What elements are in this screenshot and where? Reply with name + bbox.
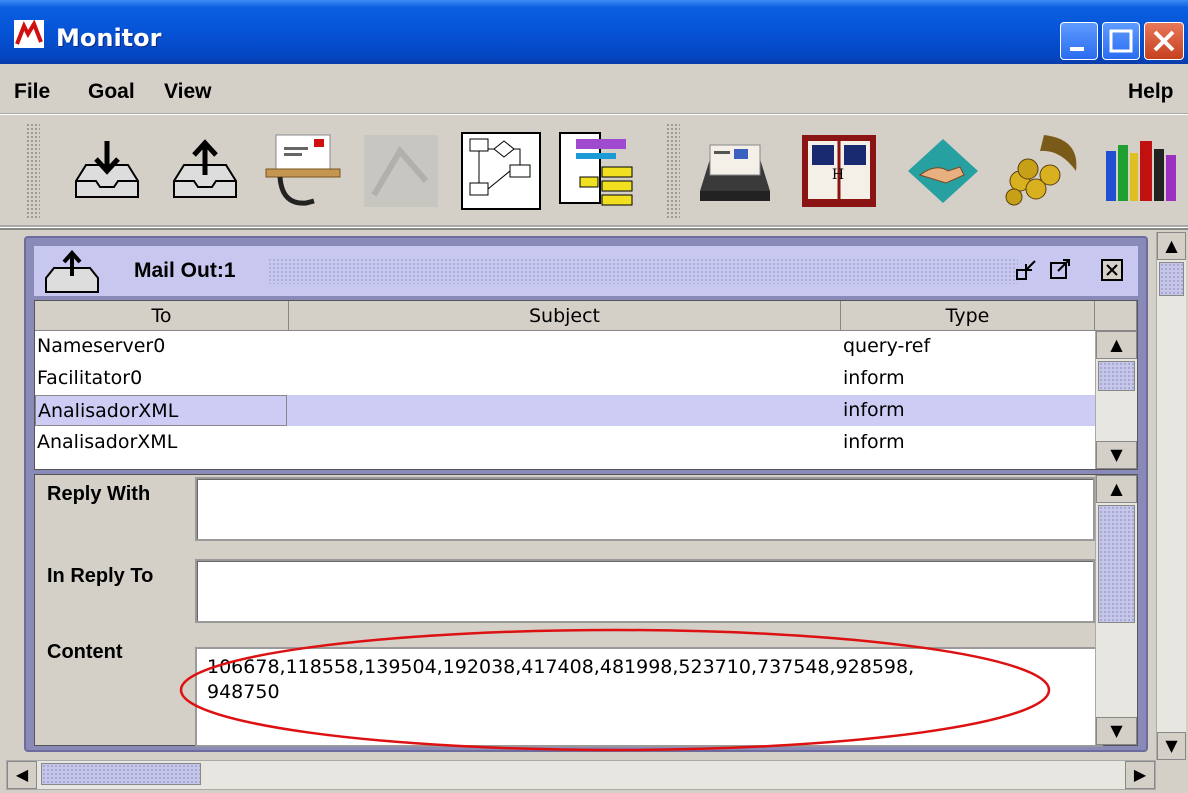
table-row-selected[interactable]: AnalisadorXML inform bbox=[35, 395, 1095, 426]
outbox-icon[interactable] bbox=[164, 131, 246, 211]
desktop-pane: Mail Out:1 To Subject Type Nameserver0 q… bbox=[0, 228, 1188, 793]
minimize-button[interactable] bbox=[1060, 22, 1098, 60]
scroll-down-button[interactable]: ▼ bbox=[1096, 717, 1137, 745]
dictionary-icon[interactable]: H bbox=[798, 131, 880, 211]
menu-bar: File Goal View Help bbox=[0, 64, 1188, 114]
table-row[interactable]: Nameserver0 query-ref bbox=[35, 331, 1095, 362]
cornucopia-icon[interactable] bbox=[1000, 131, 1082, 211]
close-button[interactable] bbox=[1144, 22, 1184, 60]
menu-view[interactable]: View bbox=[164, 80, 211, 104]
frame-titlebar[interactable]: Mail Out:1 bbox=[34, 246, 1138, 296]
cell-to: AnalisadorXML bbox=[37, 431, 178, 453]
window-title: Monitor bbox=[56, 24, 162, 52]
frame-title: Mail Out:1 bbox=[134, 259, 236, 282]
column-header-to[interactable]: To bbox=[35, 301, 289, 331]
table-row[interactable]: Facilitator0 inform bbox=[35, 363, 1095, 394]
reply-with-label: Reply With bbox=[47, 483, 151, 505]
iconify-icon bbox=[1016, 260, 1036, 280]
mail-out-frame: Mail Out:1 To Subject Type Nameserver0 q… bbox=[24, 236, 1148, 752]
close-icon bbox=[1101, 259, 1123, 281]
cell-subject bbox=[291, 395, 839, 426]
cell-to: AnalisadorXML bbox=[35, 395, 287, 426]
scroll-down-button[interactable]: ▼ bbox=[1157, 732, 1186, 760]
cell-subject bbox=[291, 363, 839, 394]
maximize-button[interactable] bbox=[1102, 22, 1140, 60]
cell-type: inform bbox=[843, 431, 905, 453]
library-icon[interactable] bbox=[1100, 131, 1182, 211]
cell-type: inform bbox=[843, 399, 905, 421]
mail-tray-icon[interactable] bbox=[262, 131, 344, 211]
scroll-thumb[interactable] bbox=[41, 763, 201, 785]
column-header-corner bbox=[1095, 301, 1137, 331]
cell-subject bbox=[291, 427, 839, 458]
scroll-left-button[interactable]: ◀ bbox=[7, 761, 37, 789]
menu-file[interactable]: File bbox=[14, 80, 50, 104]
cell-type: inform bbox=[843, 367, 905, 389]
scroll-down-button[interactable]: ▼ bbox=[1096, 441, 1137, 469]
desktop-horizontal-scrollbar[interactable]: ◀ ▶ bbox=[6, 760, 1156, 790]
inbox-icon[interactable] bbox=[66, 131, 148, 211]
outbox-icon bbox=[45, 250, 99, 293]
maximize-icon bbox=[1109, 29, 1133, 53]
toolbar-grip[interactable] bbox=[26, 123, 40, 219]
app-icon bbox=[14, 20, 44, 48]
data-tree-icon[interactable] bbox=[558, 131, 640, 211]
flowchart-icon[interactable] bbox=[460, 131, 542, 211]
scroll-thumb[interactable] bbox=[1098, 505, 1135, 623]
content-label: Content bbox=[47, 641, 123, 663]
cell-subject bbox=[291, 331, 839, 362]
mail-table: To Subject Type Nameserver0 query-ref Fa… bbox=[34, 300, 1138, 470]
maximize-frame-button[interactable] bbox=[1048, 258, 1072, 282]
close-frame-button[interactable] bbox=[1100, 258, 1124, 282]
menu-help[interactable]: Help bbox=[1128, 80, 1174, 104]
table-row[interactable]: AnalisadorXML inform bbox=[35, 427, 1095, 458]
toolbar: H bbox=[0, 115, 1188, 227]
menu-goal[interactable]: Goal bbox=[88, 80, 135, 104]
reply-with-field[interactable] bbox=[195, 477, 1095, 541]
window-titlebar[interactable]: Monitor bbox=[0, 0, 1188, 64]
titlebar-texture bbox=[268, 258, 1018, 284]
desktop-vertical-scrollbar[interactable]: ▲ ▼ bbox=[1156, 232, 1186, 760]
minimize-icon bbox=[1070, 47, 1084, 51]
iconify-button[interactable] bbox=[1014, 258, 1038, 282]
column-header-type[interactable]: Type bbox=[841, 301, 1095, 331]
details-vertical-scrollbar[interactable]: ▲ ▼ bbox=[1095, 475, 1137, 745]
maximize-icon bbox=[1050, 259, 1070, 279]
in-reply-to-field[interactable] bbox=[195, 559, 1095, 623]
scroll-thumb[interactable] bbox=[1098, 361, 1135, 391]
table-vertical-scrollbar[interactable]: ▲ ▼ bbox=[1095, 331, 1137, 469]
cell-to: Nameserver0 bbox=[37, 335, 166, 357]
cell-type: query-ref bbox=[843, 335, 931, 357]
scroll-right-button[interactable]: ▶ bbox=[1125, 761, 1155, 789]
rolodex-icon[interactable] bbox=[694, 131, 776, 211]
scroll-up-button[interactable]: ▲ bbox=[1157, 232, 1186, 260]
column-header-subject[interactable]: Subject bbox=[289, 301, 841, 331]
close-icon bbox=[1153, 30, 1175, 52]
disabled-tool-icon bbox=[364, 135, 438, 207]
handshake-icon[interactable] bbox=[902, 131, 984, 211]
cell-to: Facilitator0 bbox=[37, 367, 143, 389]
in-reply-to-label: In Reply To bbox=[47, 565, 154, 587]
scroll-up-button[interactable]: ▲ bbox=[1096, 331, 1137, 359]
message-details-panel: Reply With In Reply To Content 106678,11… bbox=[34, 474, 1138, 752]
highlight-ellipse bbox=[179, 628, 1051, 752]
toolbar-grip-2[interactable] bbox=[666, 123, 680, 219]
svg-text:H: H bbox=[832, 167, 844, 183]
scroll-up-button[interactable]: ▲ bbox=[1096, 475, 1137, 503]
scroll-thumb[interactable] bbox=[1159, 262, 1184, 296]
